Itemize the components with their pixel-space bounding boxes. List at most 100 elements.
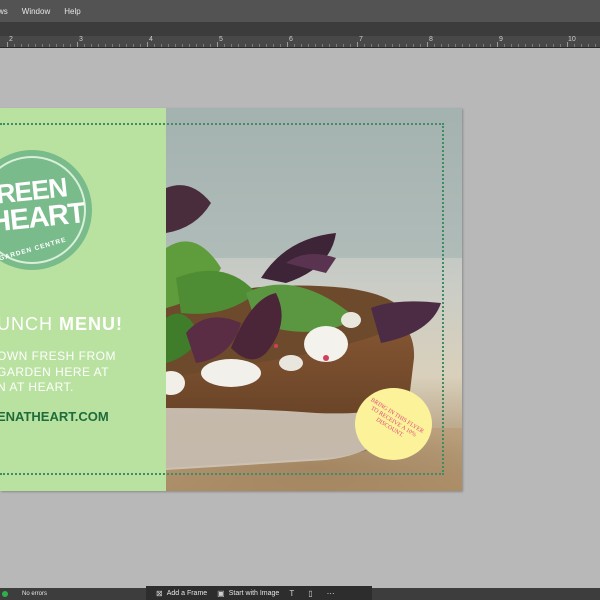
ruler-tick [105,44,106,47]
menu-item-help[interactable]: Help [64,7,80,16]
ruler-tick [28,44,29,47]
ruler-tick [119,44,120,47]
menu-item-window[interactable]: Window [22,7,50,16]
ruler-tick [140,44,141,47]
ruler-tick [546,44,547,47]
add-frame-label: Add a Frame [166,589,208,597]
ruler-tick [595,44,596,47]
ruler-label: 5 [219,36,223,43]
ruler-tick [532,44,533,47]
ruler-tick [322,44,323,47]
ruler-tick [399,44,400,47]
ruler-tick [567,42,568,47]
ruler-tick [301,44,302,47]
flyer-headline[interactable]: UNCH MENU! [0,314,123,335]
ruler-tick [392,44,393,47]
ruler-tick [476,44,477,47]
ruler-label: 2 [9,36,13,43]
ruler-tick [420,44,421,47]
ruler-tick [84,44,85,47]
ruler-tick [266,44,267,47]
ruler-tick [525,44,526,47]
ruler-tick [168,44,169,47]
ruler-tick [273,44,274,47]
start-with-image-button[interactable]: ▣ Start with Image [217,589,279,598]
document-icon: ▯ [308,588,313,598]
ruler-tick [91,44,92,47]
ruler-tick [161,44,162,47]
ruler-tick [504,44,505,47]
ruler-tick [14,44,15,47]
ruler-tick [217,42,218,47]
image-icon: ▣ [217,588,225,598]
add-frame-button[interactable]: ⊠ Add a Frame [156,589,207,598]
ruler-tick [462,44,463,47]
ruler-tick [483,44,484,47]
ruler-tick [490,44,491,47]
flyer-url[interactable]: ENATHEART.COM [0,409,109,424]
ruler-tick [245,44,246,47]
flyer-body-line[interactable]: N AT HEART. [0,380,74,394]
ruler-tick [336,44,337,47]
ruler-tick [112,44,113,47]
ruler-tick [329,44,330,47]
ruler-tick [560,44,561,47]
ruler-tick [343,44,344,47]
flyer-body-line[interactable]: OWN FRESH FROM [0,349,116,363]
ruler-label: 9 [499,36,503,43]
ruler-tick [406,44,407,47]
ruler-tick [7,42,8,47]
ruler-tick [98,44,99,47]
ruler-tick [259,44,260,47]
ruler-tick [378,44,379,47]
discount-badge[interactable]: BRING IN THIS FLYER TO RECEIVE A 10% DIS… [355,388,432,460]
preflight-status[interactable]: No errors [22,591,47,597]
ruler-tick [182,44,183,47]
ruler-label: 4 [149,36,153,43]
ruler-tick [427,42,428,47]
document-button[interactable]: ▯ [308,589,316,598]
ruler-label: 6 [289,36,293,43]
ruler-tick [210,44,211,47]
ruler-tick [364,44,365,47]
ruler-tick [539,44,540,47]
ruler-tick [448,44,449,47]
ruler-tick [469,44,470,47]
ruler-tick [70,44,71,47]
green-heart-logo[interactable]: REEN HEART GARDEN CENTRE [0,150,92,270]
ruler-tick [42,44,43,47]
type-tool-button[interactable]: T [289,589,298,598]
ruler-tick [56,44,57,47]
ruler-tick [371,44,372,47]
preflight-ok-icon[interactable] [2,591,8,597]
ruler-tick [203,44,204,47]
menu-item-workspace[interactable]: ws [0,7,8,16]
ruler-tick [196,44,197,47]
ruler-label: 3 [79,36,83,43]
ruler-label: 10 [568,36,576,43]
flyer-body-line[interactable]: GARDEN HERE AT [0,365,109,379]
ruler-tick [588,44,589,47]
ruler-tick [455,44,456,47]
ruler-tick [280,44,281,47]
headline-light: UNCH [0,314,53,334]
ruler-tick [385,44,386,47]
horizontal-ruler[interactable]: 2 3 4 5 6 7 8 9 10 [0,36,600,48]
ruler-tick [315,44,316,47]
flyer-text-panel[interactable]: REEN HEART GARDEN CENTRE UNCH MENU! OWN … [0,108,166,491]
ruler-label: 8 [429,36,433,43]
more-icon: ⋯ [326,588,335,598]
more-button[interactable]: ⋯ [327,589,339,598]
menu-bar: ws Window Help [0,0,600,22]
ruler-tick [413,44,414,47]
ruler-tick [434,44,435,47]
ruler-tick [581,44,582,47]
ruler-tick [574,44,575,47]
contextual-task-bar: ⊠ Add a Frame ▣ Start with Image T ▯ ⋯ [146,586,372,600]
headline-bold: MENU! [59,314,124,334]
frame-icon: ⊠ [156,588,163,598]
start-with-image-label: Start with Image [228,589,280,597]
control-bar [0,22,600,36]
ruler-tick [308,44,309,47]
ruler-tick [350,44,351,47]
